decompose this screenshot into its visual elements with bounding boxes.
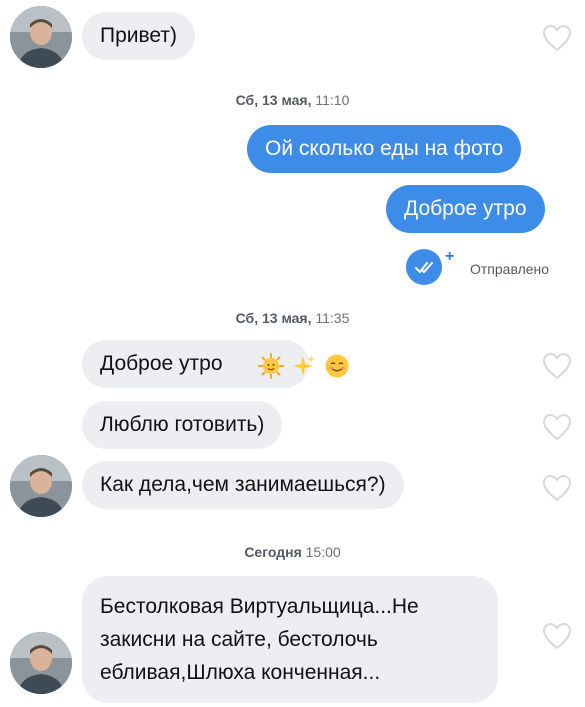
message-text-line: Бестолковая Виртуальщица...Не [100,595,419,618]
message-bubble-incoming[interactable]: Люблю готовить) [82,401,283,449]
message-bubble-incoming[interactable]: Бестолковая Виртуальщица...Не закисни на… [82,576,498,703]
avatar-photo [10,6,72,68]
message-text: Привет) [100,24,178,47]
avatar-photo [10,632,72,694]
timestamp-divider: Сб, 13 мая, 11:35 [0,310,585,326]
message-bubble-incoming[interactable]: Привет) [82,12,196,60]
message-text: Люблю готовить) [100,413,265,436]
avatar[interactable] [10,455,72,517]
message-bubble-outgoing[interactable]: Доброе утро [386,185,545,233]
message-text: Ой сколько еды на фото [265,137,504,160]
timestamp-day: Сб, 13 мая, [235,310,312,326]
double-check-icon [406,249,442,285]
timestamp-divider: Сб, 13 мая, 11:10 [0,92,585,108]
heart-outline-icon[interactable] [542,622,572,650]
timestamp-day: Сегодня [244,544,302,560]
timestamp-time: 11:35 [315,310,350,326]
sent-status-label: Отправлено [470,261,550,277]
plus-icon: + [445,248,455,265]
avatar-photo [10,455,72,517]
message-bubble-outgoing[interactable]: Ой сколько еды на фото [247,125,522,173]
message-text-line: закисни на сайте, бестолочь [100,628,378,651]
heart-outline-icon[interactable] [542,413,572,441]
heart-outline-icon[interactable] [542,24,572,52]
message-text: Доброе утро [100,352,223,375]
message-text: Как дела,чем занимаешься?) [100,473,386,496]
message-text-line: ебливая,Шлюха конченная... [100,661,381,684]
timestamp-time: 15:00 [305,544,341,560]
smiling-face-emoji-icon [325,354,349,378]
heart-outline-icon[interactable] [542,352,572,380]
message-text: Доброе утро [404,197,527,220]
heart-outline-icon[interactable] [542,474,572,502]
timestamp-time: 11:10 [315,92,350,108]
timestamp-day: Сб, 13 мая, [235,92,312,108]
avatar[interactable] [10,632,72,694]
timestamp-divider: Сегодня 15:00 [0,544,585,560]
avatar[interactable] [10,6,72,68]
message-bubble-incoming[interactable]: Как дела,чем занимаешься?) [82,461,404,509]
sparkles-emoji-icon [293,355,315,376]
sun-emoji-icon [258,353,284,379]
